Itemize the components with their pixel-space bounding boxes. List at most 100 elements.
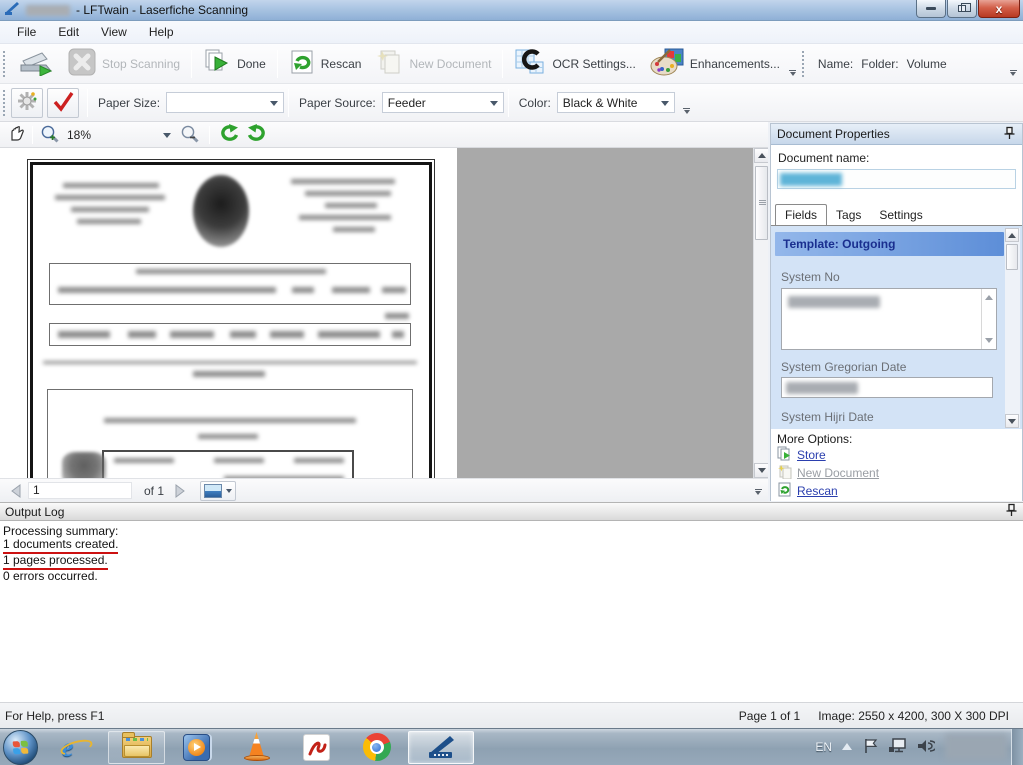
previous-page-button[interactable] — [10, 484, 24, 498]
scan-settings-flower-icon — [16, 90, 38, 115]
document-name-input[interactable] — [777, 169, 1016, 189]
rescan-link[interactable]: Rescan — [797, 484, 838, 498]
done-button[interactable]: Done — [196, 47, 273, 81]
new-document-label: New Document — [409, 57, 491, 71]
volume-icon[interactable] — [917, 738, 935, 757]
toolbar-grip[interactable] — [3, 90, 8, 116]
show-desktop-button[interactable] — [1011, 729, 1023, 765]
rotate-left-icon[interactable] — [218, 123, 240, 146]
view-mode-button[interactable] — [200, 481, 236, 501]
scan-border-frame — [30, 162, 432, 478]
document-properties-header[interactable]: Document Properties — [771, 124, 1022, 145]
page-navigation-toolbar: 1 of 1 — [0, 478, 768, 502]
fields-vertical-scrollbar[interactable] — [1005, 228, 1020, 428]
ocr-settings-button[interactable]: OCR Settings... — [507, 47, 642, 81]
toolbar-overflow-chevron[interactable] — [787, 70, 799, 79]
chevron-down-icon — [226, 489, 232, 496]
scrollbar-thumb[interactable] — [755, 166, 768, 240]
title-bar[interactable]: - LFTwain - Laserfiche Scanning x — [0, 0, 1023, 21]
preview-area: 18% — [0, 122, 768, 502]
system-no-input[interactable] — [781, 288, 997, 350]
menu-file[interactable]: File — [6, 22, 47, 42]
arrow-up-icon — [758, 149, 766, 158]
taskbar-internet-explorer[interactable]: e — [48, 731, 105, 764]
rescan-button[interactable]: Rescan — [282, 47, 369, 81]
start-scanning-button[interactable] — [11, 47, 61, 81]
store-icon — [777, 446, 792, 464]
scrollbar-thumb[interactable] — [1006, 244, 1018, 270]
taskbar-vlc[interactable] — [228, 731, 285, 764]
paper-size-select[interactable] — [166, 92, 284, 113]
color-select[interactable]: Black & White — [557, 92, 675, 113]
toolbar-grip[interactable] — [802, 51, 807, 77]
taskbar-media-player[interactable] — [168, 731, 225, 764]
rotate-right-icon[interactable] — [246, 123, 268, 146]
apply-check-button[interactable] — [47, 88, 79, 118]
zoom-out-icon[interactable] — [180, 124, 200, 146]
output-log-content[interactable]: Processing summary: 1 documents created.… — [0, 521, 1023, 702]
output-log-header[interactable]: Output Log — [0, 502, 1023, 521]
rescan-label: Rescan — [321, 57, 362, 71]
store-link[interactable]: Store — [797, 448, 826, 462]
field-scrollbar[interactable] — [981, 289, 996, 349]
next-page-button[interactable] — [172, 484, 186, 498]
pan-hand-icon[interactable] — [7, 124, 25, 145]
page-number-input[interactable]: 1 — [28, 482, 132, 499]
taskbar-windows-explorer[interactable] — [108, 731, 165, 764]
preview-vertical-scrollbar[interactable] — [753, 148, 768, 478]
rescan-option[interactable]: Rescan — [777, 482, 1016, 500]
close-icon: x — [996, 3, 1003, 15]
app-scanner-icon — [4, 1, 20, 19]
name-folder-section: Name: Folder: Volume — [810, 57, 947, 71]
zoom-in-icon[interactable] — [40, 124, 60, 146]
scroll-up-button[interactable] — [754, 148, 768, 163]
redacted-gregorian-date — [786, 382, 858, 394]
taskbar-chrome[interactable] — [348, 731, 405, 764]
redacted-clock — [945, 734, 1007, 760]
folder-volume-value: Volume — [907, 57, 947, 71]
tab-fields[interactable]: Fields — [775, 204, 827, 225]
scroll-down-button[interactable] — [754, 463, 768, 478]
paper-source-value: Feeder — [388, 96, 426, 110]
minimize-button[interactable] — [916, 0, 946, 18]
zoom-level-select[interactable]: 18% — [63, 125, 175, 144]
log-line-underlined: 1 pages processed. — [3, 554, 108, 570]
taskbar-adobe-reader[interactable] — [288, 731, 345, 764]
network-icon[interactable] — [888, 737, 907, 757]
paper-size-label: Paper Size: — [98, 96, 160, 110]
store-option[interactable]: Store — [777, 446, 1016, 464]
tab-settings[interactable]: Settings — [870, 205, 931, 225]
menu-view[interactable]: View — [90, 22, 138, 42]
menu-edit[interactable]: Edit — [47, 22, 90, 42]
scan-settings-button[interactable] — [11, 88, 43, 118]
document-preview[interactable] — [0, 148, 768, 478]
tab-tags[interactable]: Tags — [827, 205, 870, 225]
taskbar-lftwain[interactable] — [408, 731, 474, 764]
page-number-value: 1 — [33, 483, 40, 497]
pin-icon[interactable] — [1005, 503, 1018, 520]
new-document-icon — [375, 49, 403, 78]
toolbar-overflow-chevron[interactable] — [681, 108, 693, 117]
show-hidden-icons-button[interactable] — [842, 738, 852, 750]
close-button[interactable]: x — [978, 0, 1020, 18]
action-center-flag-icon[interactable] — [862, 737, 878, 757]
system-gregorian-date-input[interactable] — [781, 377, 993, 398]
toolbar-grip[interactable] — [3, 51, 8, 77]
stop-scanning-label: Stop Scanning — [102, 57, 180, 71]
paper-source-select[interactable]: Feeder — [382, 92, 504, 113]
toolbar-overflow-chevron[interactable] — [752, 489, 764, 498]
toolbar-overflow-chevron[interactable] — [1007, 70, 1019, 79]
menu-help[interactable]: Help — [138, 22, 185, 42]
scroll-down-button[interactable] — [1005, 414, 1019, 428]
output-log-title: Output Log — [5, 505, 64, 519]
taskbar: e EN — [0, 728, 1023, 765]
scroll-up-button[interactable] — [1005, 228, 1019, 242]
restore-button[interactable] — [947, 0, 977, 18]
enhancements-button[interactable]: Enhancements... — [643, 47, 787, 81]
start-button[interactable] — [3, 730, 38, 765]
name-label: Name: — [818, 57, 853, 71]
chevron-down-icon — [490, 101, 498, 110]
pin-icon[interactable] — [1003, 126, 1016, 143]
menu-bar: File Edit View Help — [0, 21, 1023, 44]
language-indicator[interactable]: EN — [815, 740, 832, 754]
